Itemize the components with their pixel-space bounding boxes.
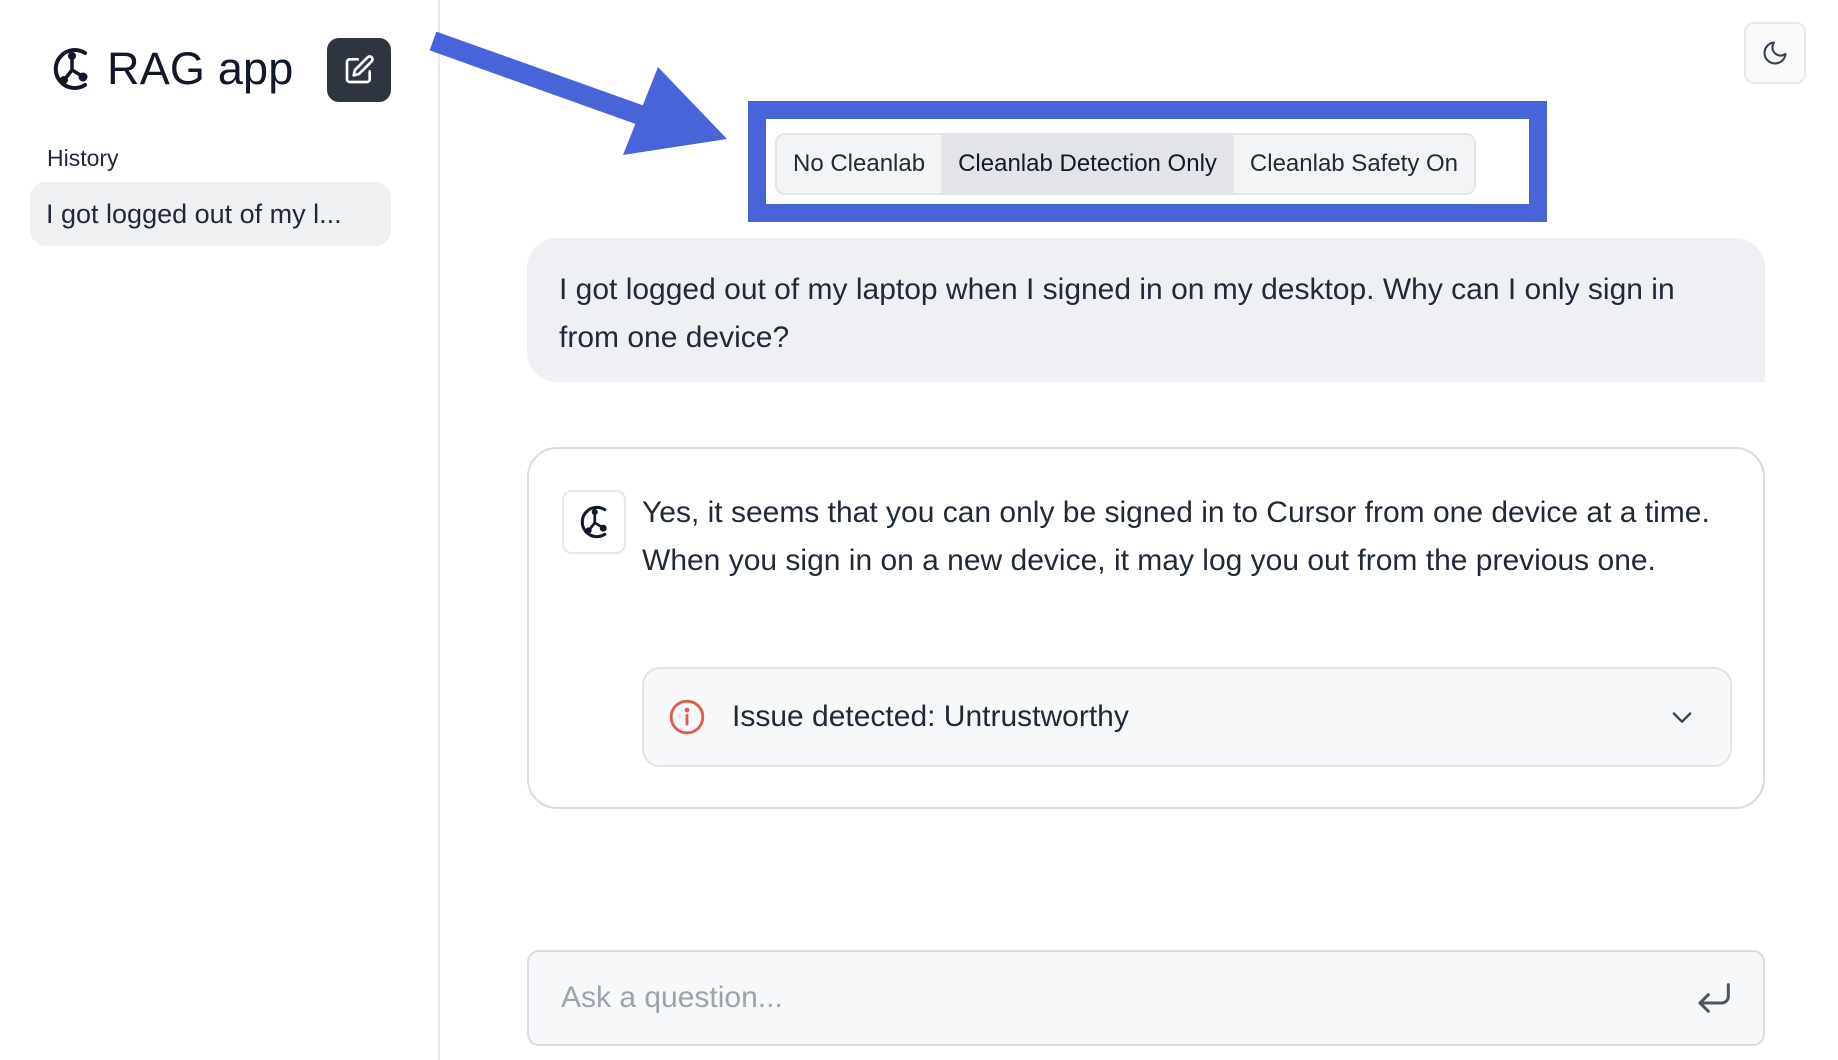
app-window: RAG app History I got logged out of my l… [0, 0, 1838, 1060]
issue-label: Issue detected: Untrustworthy [732, 700, 1129, 733]
mode-cleanlab-safety-on[interactable]: Cleanlab Safety On [1232, 135, 1475, 193]
theme-toggle-button[interactable] [1744, 22, 1806, 84]
mode-selector: No Cleanlab Cleanlab Detection Only Clea… [775, 133, 1477, 195]
cleanlab-logo-icon [580, 505, 607, 539]
app-title: RAG app [107, 43, 294, 94]
edit-icon [345, 55, 374, 84]
moon-icon [1763, 41, 1787, 65]
mode-cleanlab-detection-only[interactable]: Cleanlab Detection Only [941, 135, 1233, 193]
question-input-bar [527, 950, 1765, 1046]
chevron-down-icon [1672, 712, 1692, 723]
history-heading: History [47, 145, 119, 171]
annotation-arrow [429, 31, 727, 155]
assistant-message-text: Yes, it seems that you can only be signe… [642, 496, 1710, 577]
history-item[interactable]: I got logged out of my l... [30, 182, 391, 246]
assistant-avatar [562, 490, 626, 554]
brand: RAG app [47, 39, 294, 99]
alert-circle-icon [669, 699, 705, 735]
user-message: I got logged out of my laptop when I sig… [527, 238, 1765, 382]
mode-no-cleanlab[interactable]: No Cleanlab [777, 135, 942, 193]
assistant-message: Yes, it seems that you can only be signe… [527, 447, 1765, 809]
issue-accordion[interactable]: Issue detected: Untrustworthy [642, 667, 1732, 767]
cleanlab-logo-icon [53, 48, 88, 90]
sidebar: RAG app History I got logged out of my l… [0, 0, 440, 1060]
question-input[interactable] [529, 952, 1695, 1044]
enter-icon[interactable] [1695, 978, 1735, 1018]
new-chat-button[interactable] [327, 38, 391, 102]
